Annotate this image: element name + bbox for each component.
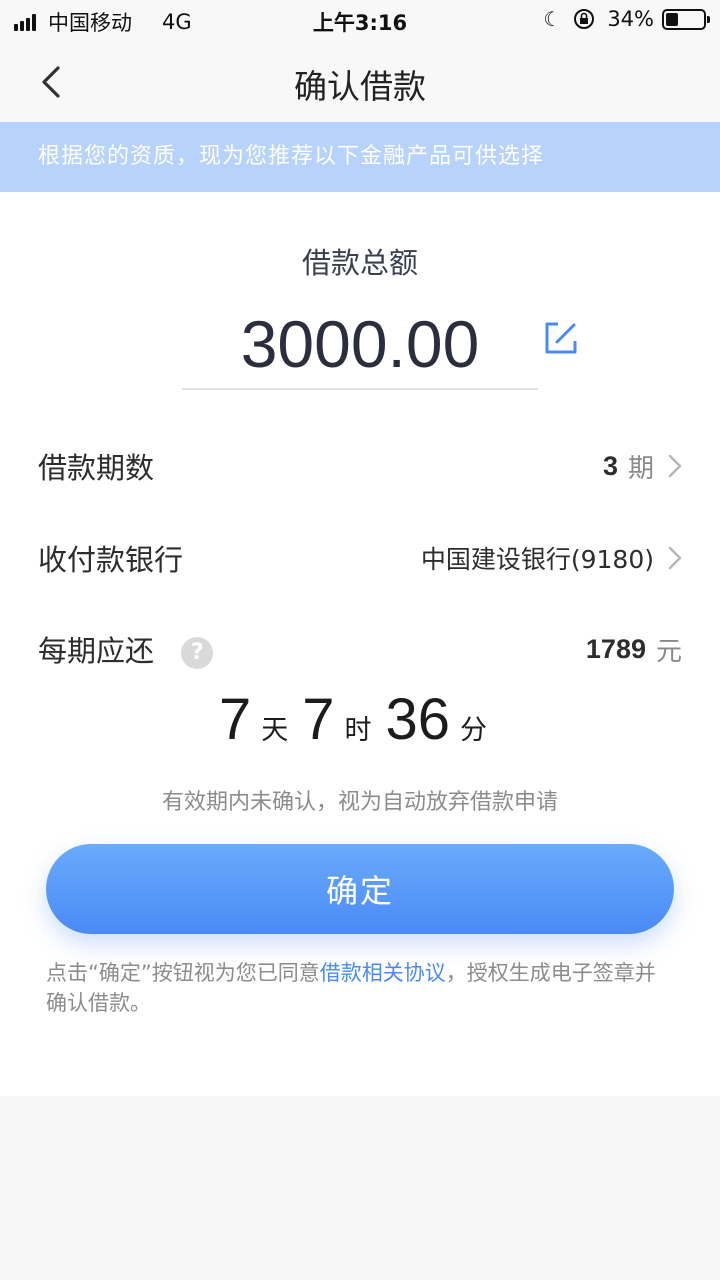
loan-term-number: 3 [602,450,618,481]
countdown-days-unit: 天 [261,715,289,746]
loan-term-label: 借款期数 [38,451,155,485]
bank-value-wrap: 中国建设银行(9180) [421,540,682,576]
recommendation-notice: 根据您的资质，现为您推荐以下金融产品可供选择 [0,122,720,192]
loan-amount-label: 借款总额 [301,246,418,280]
battery-fill [666,12,679,26]
loan-confirm-card: 借款总额 借款期数 3 期 收付款银行 中国建设银行(9180) 每期应还 ? [0,192,720,1096]
bank-value: 中国建设银行(9180) [420,545,654,574]
repayment-value-wrap: 1789 元 [586,631,682,668]
countdown-minutes: 36 [385,687,451,752]
chevron-right-icon [668,454,682,478]
repayment-unit: 元 [655,636,682,667]
loan-term-row[interactable]: 借款期数 3 期 [38,436,682,496]
repayment-label: 每期应还 [38,634,155,668]
bank-row[interactable]: 收付款银行 中国建设银行(9180) [38,528,682,588]
edit-icon [545,322,577,354]
agreement-text: 点击“确定”按钮视为您已同意借款相关协议，授权生成电子签章并确认借款。 [46,958,674,1018]
loan-term-value: 3 期 [603,448,682,485]
battery-icon [662,8,710,30]
agreement-prefix: 点击“确定”按钮视为您已同意 [46,961,320,985]
help-icon[interactable]: ? [181,637,214,669]
status-right: ☾ 34% [543,7,710,31]
moon-icon: ☾ [543,7,562,31]
countdown-hours-unit: 时 [344,715,372,746]
rotation-lock-icon [574,9,595,29]
countdown-minutes-unit: 分 [460,715,488,746]
agreement-link[interactable]: 借款相关协议 [320,961,446,985]
edit-amount-button[interactable] [543,320,579,356]
repayment-amount: 1789 [585,633,646,664]
expire-note: 有效期内未确认，视为自动放弃借款申请 [161,790,558,815]
page-title: 确认借款 [294,67,426,106]
countdown-timer: 7 天 7 时 36 分 [0,686,720,753]
repayment-label-wrap: 每期应还 ? [38,628,214,670]
battery-percent: 34% [607,7,654,31]
loan-amount-input[interactable] [182,300,538,390]
countdown-days: 7 [218,687,252,752]
repayment-row: 每期应还 ? 1789 元 [38,619,682,679]
status-bar: 中国移动 4G 上午3:16 ☾ 34% [0,0,720,40]
nav-bar: 确认借款 [0,40,720,122]
confirm-button[interactable]: 确定 [46,844,674,934]
countdown-hours: 7 [302,687,335,752]
loan-term-unit: 期 [627,453,654,484]
chevron-right-icon [668,546,682,570]
bank-label: 收付款银行 [38,543,184,577]
